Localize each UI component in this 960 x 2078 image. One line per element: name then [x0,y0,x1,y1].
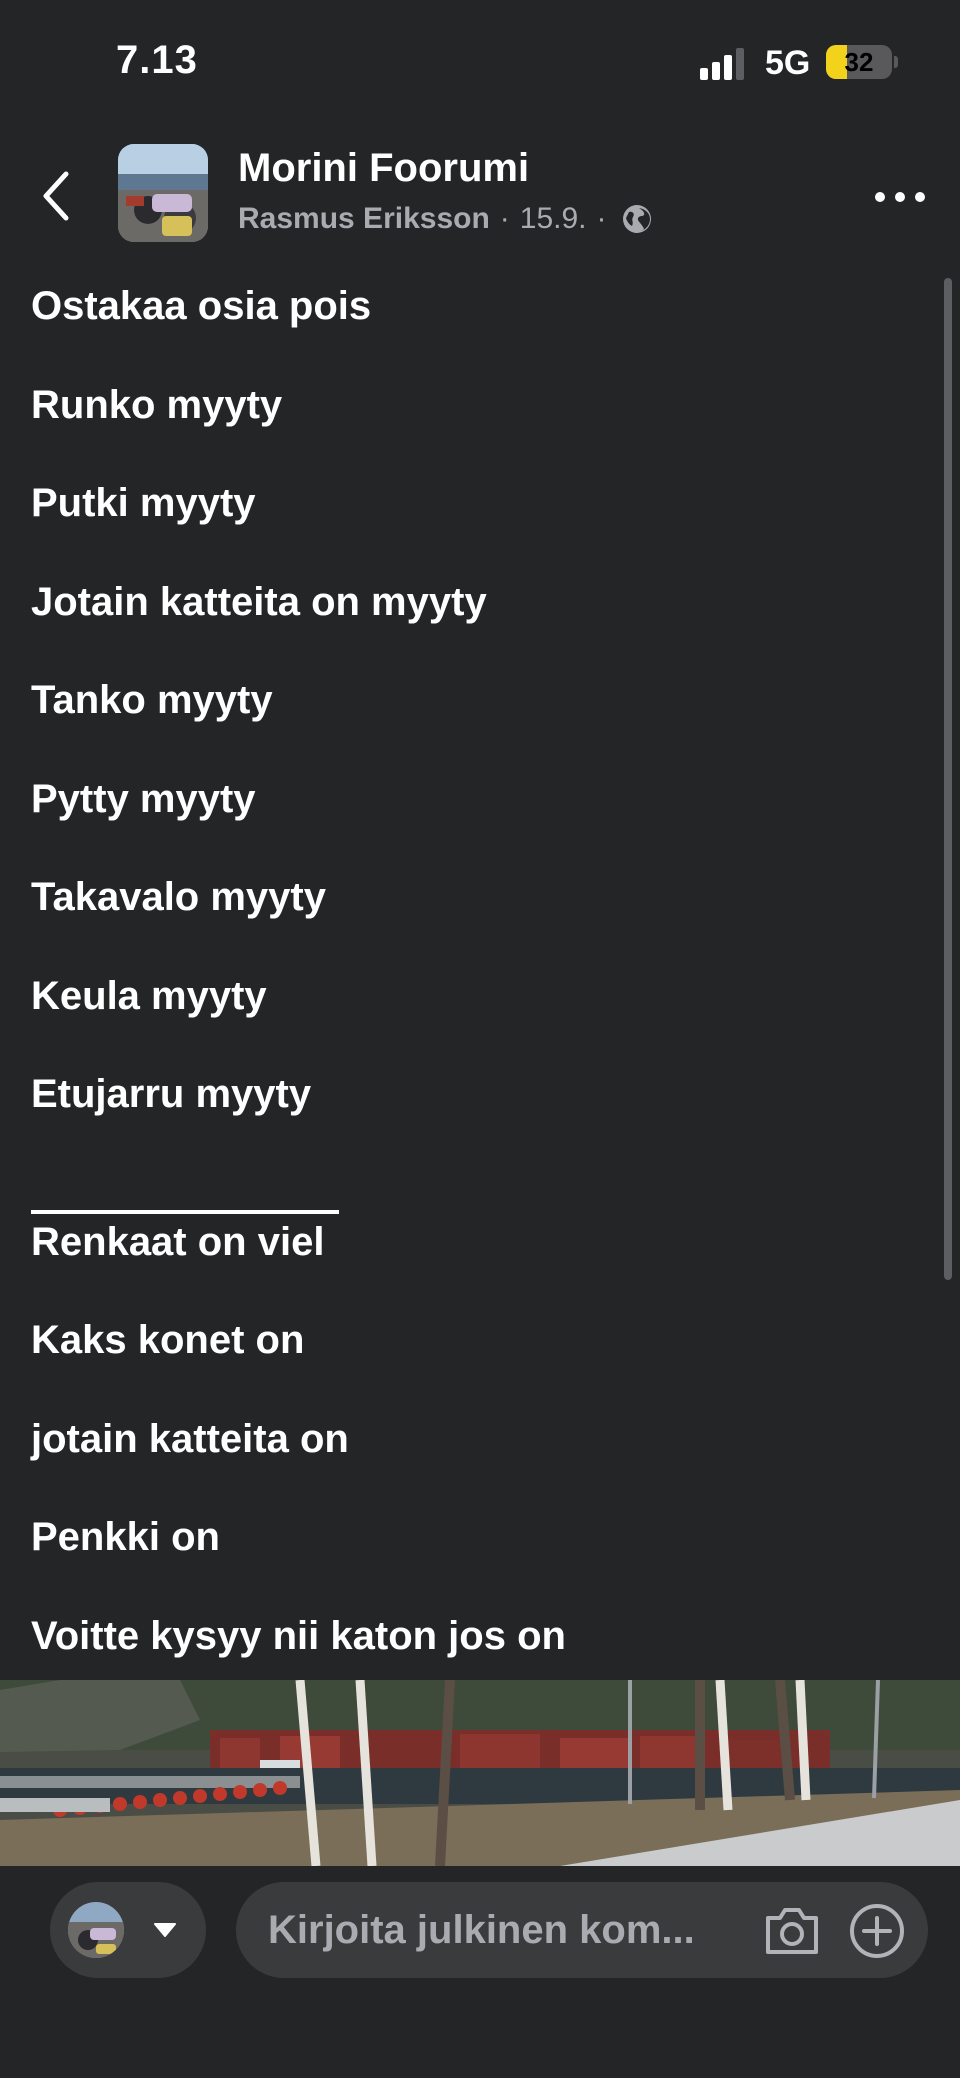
post-date[interactable]: 15.9. [520,202,587,236]
post-line: Runko myyty [31,383,283,427]
author-name[interactable]: Rasmus Eriksson [238,202,490,236]
more-horizontal-icon [875,192,925,202]
status-bar: 7.13 5G 32 [0,0,960,130]
battery-percent: 32 [844,47,874,77]
signal-icon [700,48,748,80]
post-line: jotain katteita on [31,1417,349,1461]
comment-bar: Kirjoita julkinen kom... [0,1866,960,2078]
comment-placeholder: Kirjoita julkinen kom... [268,1908,695,1952]
back-button[interactable] [34,166,82,226]
plus-circle-icon[interactable] [848,1902,906,1960]
post-header: Morini Foorumi Rasmus Eriksson · 15.9. · [0,130,960,260]
group-avatar[interactable] [118,144,208,242]
post-line: Ostakaa osia pois [31,284,372,328]
post-line: Penkki on [31,1515,220,1559]
caret-down-icon [154,1923,176,1937]
comment-input[interactable]: Kirjoita julkinen kom... [236,1882,928,1978]
post-line: Tanko myyty [31,678,273,722]
post-line: Kaks konet on [31,1318,305,1362]
meta-separator: · [499,202,510,235]
group-name[interactable]: Morini Foorumi [238,146,529,191]
screen: 7.13 5G 32 Morini Foorumi Rasmus Eriksso… [0,0,960,2078]
post-meta: Rasmus Eriksson · 15.9. · [238,202,653,236]
comment-identity-switcher[interactable] [50,1882,206,1978]
scrollbar[interactable] [944,278,952,1280]
post-line: Etujarru myyty [31,1072,312,1116]
chevron-left-icon [43,171,69,221]
text-divider [31,1210,339,1214]
group-avatar-image [118,144,208,242]
meta-separator: · [596,202,607,235]
post-photo-image [0,1680,960,1866]
post-line: Pytty myyty [31,777,256,821]
post-line: Takavalo myyty [31,875,326,919]
status-time: 7.13 [116,38,198,82]
post-line: Jotain katteita on myyty [31,580,487,624]
camera-icon[interactable] [762,1904,822,1958]
battery-tip [894,56,898,68]
battery-icon: 32 [826,45,892,79]
post-line: Renkaat on viel [31,1220,325,1264]
globe-icon [622,205,651,233]
post-photo[interactable] [0,1680,960,1866]
post-line: Putki myyty [31,481,256,525]
post-line: Keula myyty [31,974,267,1018]
network-type: 5G [765,44,811,82]
more-options-button[interactable] [872,182,928,212]
avatar [68,1902,124,1958]
avatar-image [68,1902,124,1958]
post-line: Voitte kysyy nii katon jos on [31,1614,566,1658]
